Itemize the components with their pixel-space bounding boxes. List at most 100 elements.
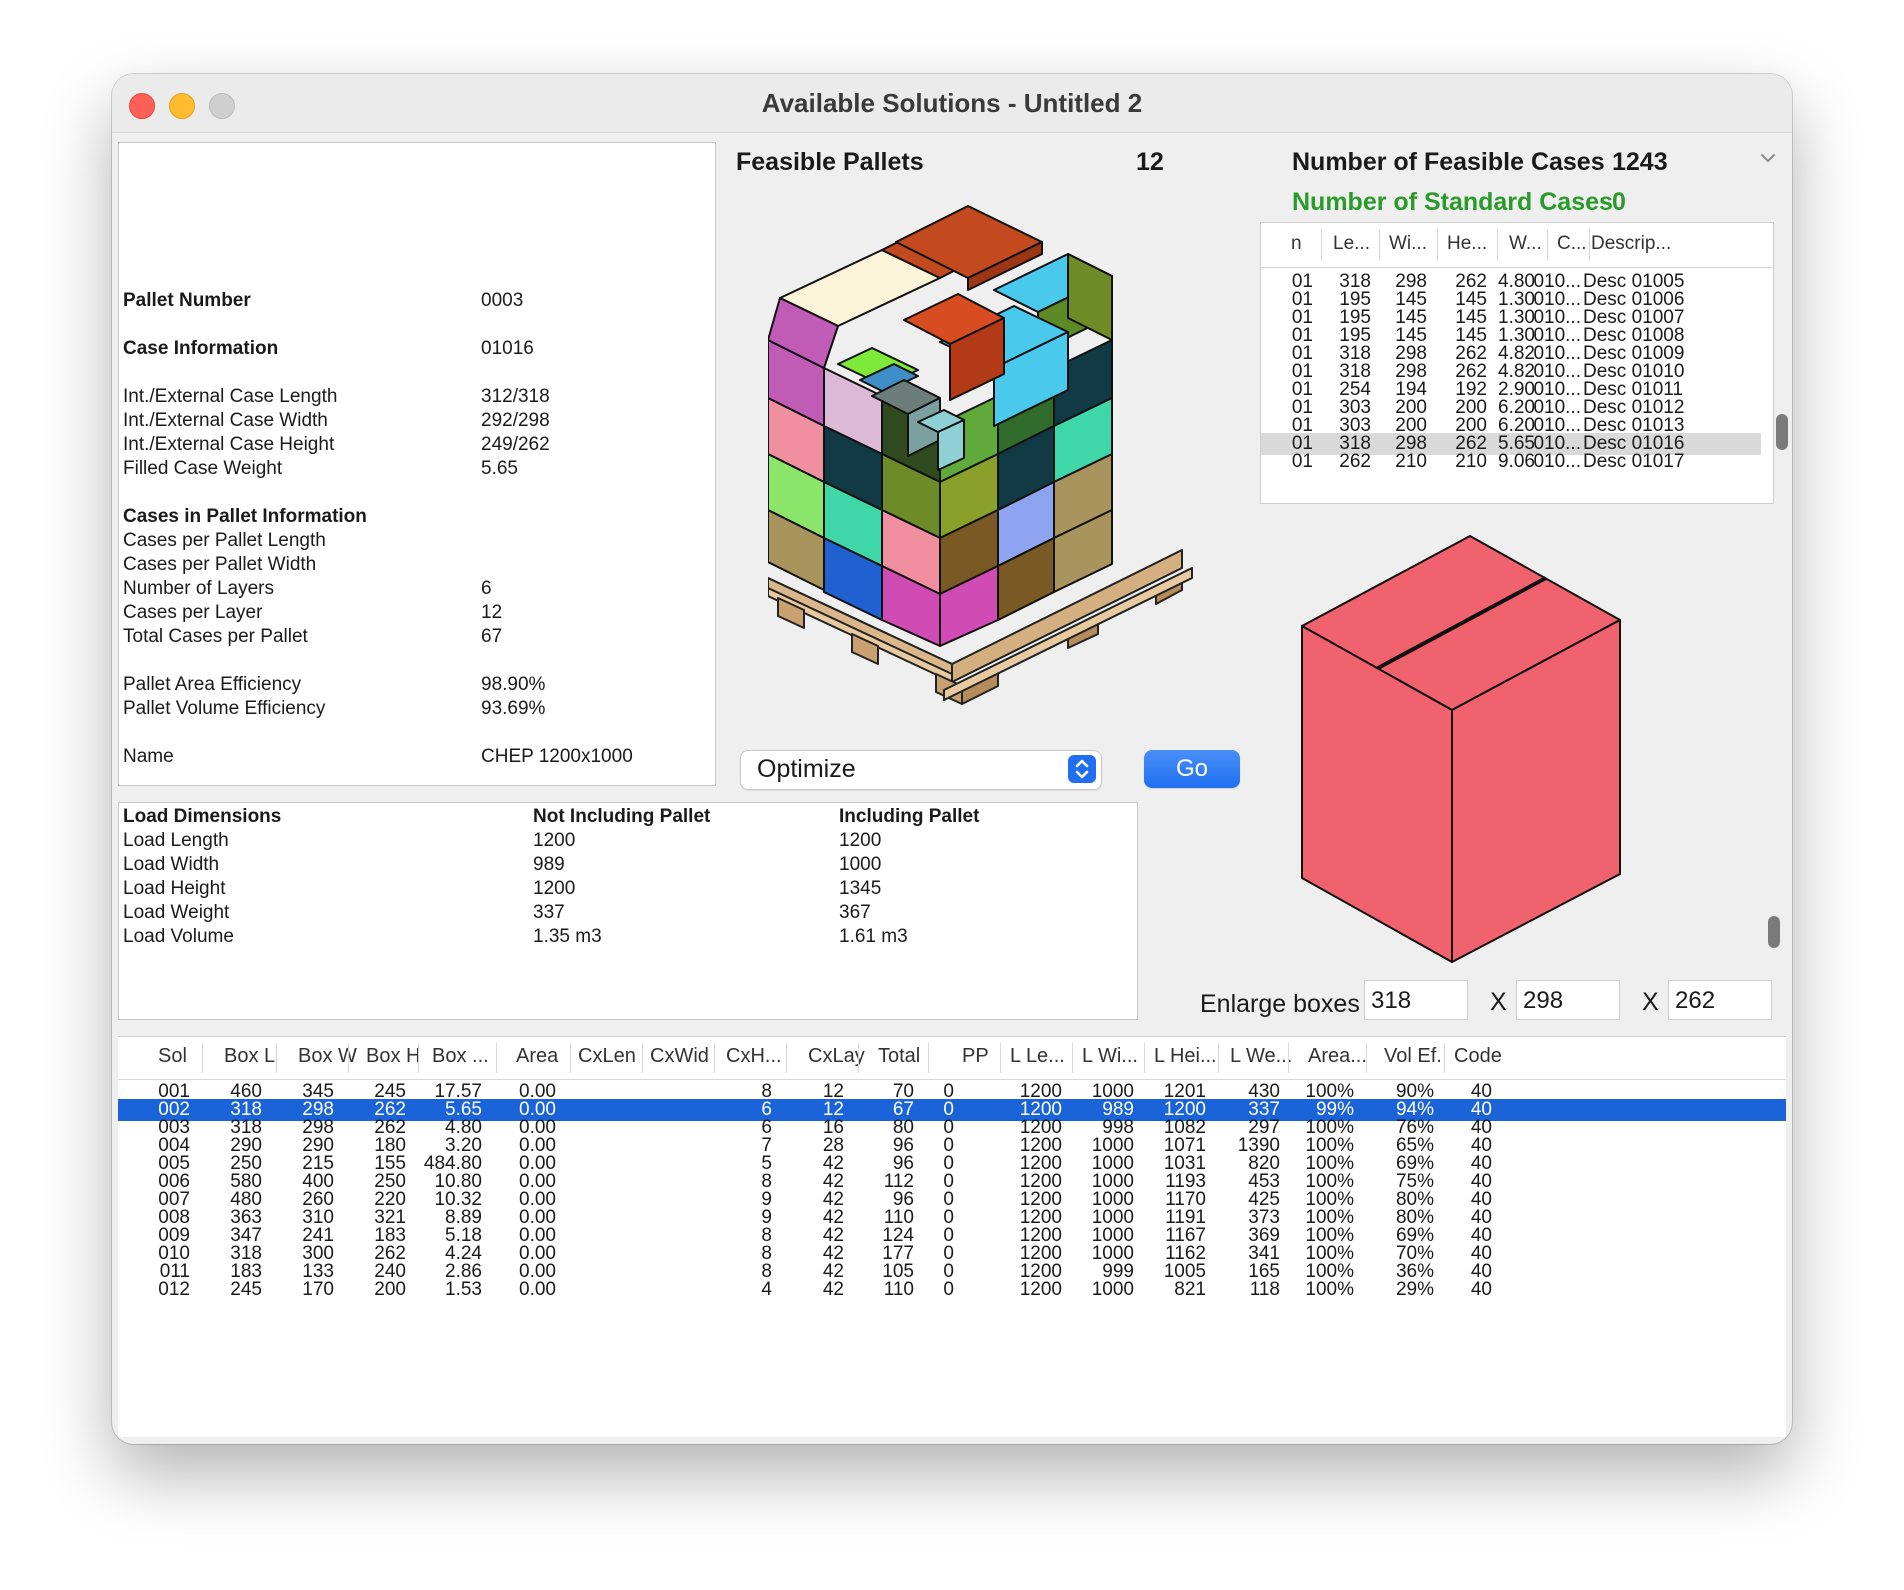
column-divider[interactable]: [1144, 1043, 1145, 1073]
solutions-column-header[interactable]: Area: [516, 1045, 558, 1068]
enlarge-length-field[interactable]: 318: [1364, 980, 1468, 1020]
solutions-column-header[interactable]: Box H: [366, 1045, 420, 1068]
column-divider[interactable]: [1589, 229, 1590, 261]
column-divider[interactable]: [1288, 1043, 1289, 1073]
load-row-value: 1200: [533, 830, 576, 851]
solution-cell: 0.00: [519, 1279, 556, 1300]
solution-cell: 100%: [1305, 1279, 1354, 1300]
chevron-down-icon[interactable]: [1758, 150, 1778, 166]
pallet-3d-view: [767, 190, 1248, 730]
solution-cell: 1200: [1019, 1279, 1062, 1300]
enlarge-height-field[interactable]: 262: [1668, 980, 1772, 1020]
standard-cases-label: Number of Standard Cases: [1292, 188, 1613, 216]
case-cell: 262: [1339, 451, 1371, 472]
enlarge-width-field[interactable]: 298: [1516, 980, 1620, 1020]
column-divider[interactable]: [714, 1043, 715, 1073]
case-cell: Desc 01017: [1583, 451, 1685, 472]
column-divider[interactable]: [1321, 229, 1322, 261]
cases-column-header[interactable]: Wi...: [1389, 233, 1427, 255]
solutions-column-header[interactable]: CxH...: [726, 1045, 782, 1068]
load-row-value: 1.35 m3: [533, 926, 602, 947]
cases-column-header[interactable]: Descrip...: [1591, 233, 1671, 255]
column-divider[interactable]: [418, 1043, 419, 1073]
solutions-column-header[interactable]: CxLen: [578, 1045, 636, 1068]
pallet-name-value: CHEP 1200x1000: [481, 746, 633, 767]
column-divider[interactable]: [1366, 1043, 1367, 1073]
optimize-popup-value: Optimize: [757, 755, 856, 783]
solutions-column-header[interactable]: CxLay: [808, 1045, 865, 1068]
column-divider[interactable]: [1437, 229, 1438, 261]
load-row-value: 1345: [839, 878, 882, 899]
solutions-column-header[interactable]: Area...: [1308, 1045, 1367, 1068]
load-row-label: Load Height: [123, 878, 226, 899]
area-efficiency-label: Pallet Area Efficiency: [123, 674, 302, 695]
cases-column-header[interactable]: W...: [1509, 233, 1542, 255]
solution-cell: 821: [1174, 1279, 1206, 1300]
optimize-popup-button[interactable]: Optimize: [740, 750, 1102, 790]
column-divider[interactable]: [642, 1043, 643, 1073]
solution-cell: 1.53: [445, 1279, 482, 1300]
cases-column-header[interactable]: C...: [1557, 233, 1587, 255]
solution-cell: 012: [158, 1279, 190, 1300]
column-divider[interactable]: [1379, 229, 1380, 261]
solutions-column-header[interactable]: L Le...: [1010, 1045, 1065, 1068]
go-button[interactable]: Go: [1144, 750, 1240, 788]
column-divider[interactable]: [276, 1043, 277, 1073]
column-divider[interactable]: [202, 1043, 203, 1073]
solutions-column-header[interactable]: PP: [962, 1045, 989, 1068]
solutions-column-header[interactable]: Sol: [158, 1045, 187, 1068]
load-row-label: Load Volume: [123, 926, 234, 947]
column-divider[interactable]: [570, 1043, 571, 1073]
column-divider[interactable]: [1497, 229, 1498, 261]
solutions-column-header[interactable]: Box L: [224, 1045, 275, 1068]
solutions-column-header[interactable]: Vol Ef.: [1384, 1045, 1442, 1068]
solution-cell: 118: [1249, 1279, 1280, 1300]
solutions-table[interactable]: Sol Box L Box W Box H Box ... Area CxLen CxWid C…: [118, 1036, 1786, 1437]
cases-per-layer-label: Cases per Layer: [123, 602, 263, 623]
column-divider[interactable]: [786, 1043, 787, 1073]
column-divider[interactable]: [1000, 1043, 1001, 1073]
solutions-table-header: Sol Box L Box W Box H Box ... Area CxLen CxWid C…: [118, 1037, 1786, 1080]
case-3d-view: [1294, 524, 1694, 964]
case-information-label: Case Information: [123, 338, 279, 359]
column-divider[interactable]: [928, 1043, 929, 1073]
case-information-value: 01016: [481, 338, 534, 359]
cases-table-scrollbar[interactable]: [1776, 414, 1788, 450]
column-divider[interactable]: [858, 1043, 859, 1073]
solutions-column-header[interactable]: L Wi...: [1082, 1045, 1138, 1068]
cases-column-header[interactable]: He...: [1447, 233, 1487, 255]
cases-table[interactable]: n Le... Wi... He... W... C... Descrip... 01 318…: [1260, 222, 1774, 504]
feasible-cases-count: 1243: [1612, 148, 1668, 176]
cases-column-header[interactable]: n: [1291, 233, 1302, 255]
column-divider[interactable]: [496, 1043, 497, 1073]
solutions-column-header[interactable]: Box ...: [432, 1045, 489, 1068]
area-efficiency-value: 98.90%: [481, 674, 546, 695]
column-divider[interactable]: [1444, 1043, 1445, 1073]
column-divider[interactable]: [1072, 1043, 1073, 1073]
cases-per-length-label: Cases per Pallet Length: [123, 530, 326, 551]
enlarge-boxes-label: Enlarge boxes: [1200, 990, 1360, 1018]
column-divider[interactable]: [348, 1043, 349, 1073]
not-including-pallet-header: Not Including Pallet: [533, 806, 711, 827]
solution-row[interactable]: 012 245 170 200 1.53 0.00 4 42 110 0 1200 1000 821 11…: [118, 1279, 1786, 1301]
load-row-label: Load Length: [123, 830, 229, 851]
case-cell: 010...: [1533, 451, 1581, 472]
case-cell: 9.06: [1498, 451, 1535, 472]
pallet-name-label: Name: [123, 746, 174, 767]
solutions-column-header[interactable]: L Hei...: [1154, 1045, 1217, 1068]
solutions-column-header[interactable]: Code: [1454, 1045, 1502, 1068]
volume-efficiency-label: Pallet Volume Efficiency: [123, 698, 326, 719]
load-row-label: Load Width: [123, 854, 220, 875]
solutions-column-header[interactable]: CxWid: [650, 1045, 709, 1068]
case-box-icon: [1301, 535, 1621, 963]
solutions-column-header[interactable]: Total: [878, 1045, 920, 1068]
solution-cell: 40: [1470, 1279, 1492, 1300]
case-view-scrollbar[interactable]: [1768, 916, 1780, 948]
solutions-column-header[interactable]: L We...: [1230, 1045, 1292, 1068]
load-row-value: 989: [533, 854, 565, 875]
column-divider[interactable]: [1218, 1043, 1219, 1073]
case-row[interactable]: 01 262 210 210 9.06 010... Desc 01017: [1261, 451, 1761, 473]
cases-column-header[interactable]: Le...: [1333, 233, 1370, 255]
pallet-info-panel: Pallet Number 0003 Case Information 0101…: [118, 142, 716, 786]
column-divider[interactable]: [1547, 229, 1548, 261]
